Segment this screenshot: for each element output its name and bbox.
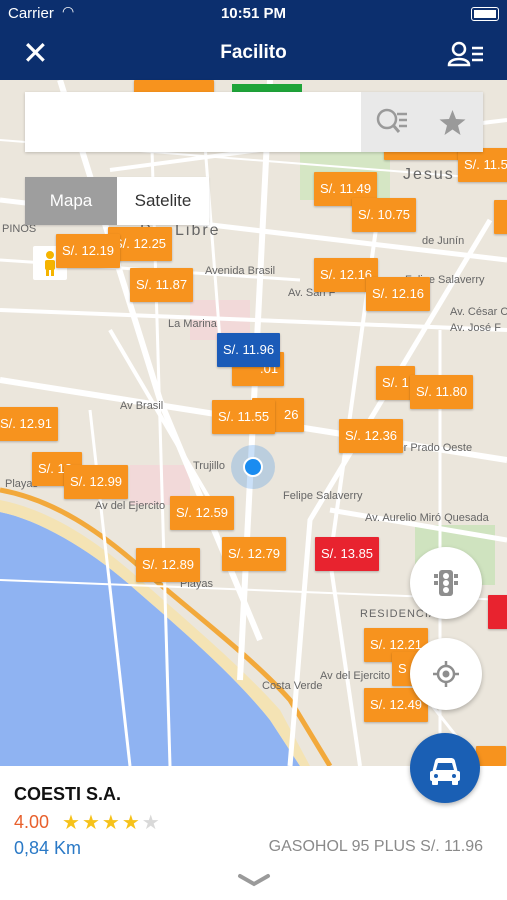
page-title: Facilito — [220, 42, 287, 63]
my-location-button[interactable] — [410, 638, 482, 710]
clock: 10:51 PM — [220, 5, 287, 22]
map-label: Jesus — [403, 166, 455, 183]
map-label: Trujillo — [193, 460, 225, 472]
map-label: Av. César Ca — [450, 306, 507, 318]
status-bar: Carrier ◠ 10:51 PM — [0, 0, 507, 28]
map-label: de Junín — [422, 235, 465, 247]
nav-bar: ✕ Facilito — [0, 28, 507, 80]
star-icon: ★ — [101, 812, 122, 834]
chevron-down-icon[interactable] — [234, 870, 274, 890]
crosshair-icon — [433, 661, 459, 687]
map-label: Costa Verde — [262, 680, 323, 692]
route-car-button[interactable] — [410, 733, 480, 803]
station-distance: 0,84 Km — [14, 838, 82, 858]
price-marker[interactable]: S/. 12.99 — [64, 465, 129, 499]
price-marker[interactable]: S/. 12.16 — [366, 277, 431, 311]
car-icon — [430, 758, 460, 785]
price-marker[interactable]: S/. 12.91 — [0, 407, 59, 441]
price-marker-partial[interactable] — [232, 84, 302, 92]
map-label: La Marina — [168, 318, 217, 330]
filter-list-button[interactable] — [361, 92, 422, 152]
price-marker[interactable]: S/. 11.5 — [458, 148, 507, 182]
price-marker[interactable] — [476, 746, 506, 766]
map-label: Av Brasil — [120, 400, 164, 412]
star-icon: ★ — [121, 812, 142, 834]
traffic-toggle-button[interactable] — [410, 547, 482, 619]
selected-price-marker[interactable]: S/. 11.96 — [217, 333, 281, 367]
traffic-light-icon — [434, 570, 458, 596]
price-marker[interactable]: S/. 12.89 — [136, 548, 201, 582]
profile-menu-icon[interactable] — [447, 41, 485, 67]
map-label: Avenida Brasil — [205, 265, 276, 277]
price-marker-expensive[interactable]: S/. 13.85 — [315, 537, 380, 571]
map-label: Av del Ejercito — [95, 500, 166, 512]
price-marker[interactable]: S/. 11.80 — [410, 375, 474, 409]
map-label: Av. José F — [450, 322, 501, 334]
battery-icon — [471, 7, 499, 21]
fuel-price: GASOHOL 95 PLUS S/. 11.96 — [268, 838, 483, 855]
search-input[interactable] — [25, 92, 360, 152]
search-list-icon — [376, 108, 407, 133]
rating-stars: ★★★★★ — [62, 810, 162, 835]
map-label: Felipe Salaverry — [283, 490, 363, 502]
star-icon: ★ — [81, 812, 102, 834]
star-empty-icon: ★ — [141, 812, 162, 834]
price-marker[interactable]: S/. 1 — [376, 366, 415, 400]
map-label: Av del Ejercito — [320, 670, 391, 682]
price-marker[interactable]: S/. 12.36 — [339, 419, 404, 453]
favorites-button[interactable] — [422, 92, 483, 152]
current-location-dot — [231, 445, 275, 489]
star-icon — [439, 110, 466, 135]
map-type-map-option[interactable]: Mapa — [25, 177, 117, 225]
station-name: COESTI S.A. — [14, 784, 122, 804]
price-marker[interactable]: S/. 12.59 — [170, 496, 235, 530]
price-marker[interactable]: S/. 12.79 — [222, 537, 287, 571]
price-marker[interactable]: S/. 10.75 — [352, 198, 417, 232]
price-marker[interactable]: S/. 11.55 — [212, 400, 276, 434]
price-marker[interactable] — [494, 200, 507, 234]
map-type-satellite-option[interactable]: Satelite — [117, 177, 209, 225]
map-label: Av. Aurelio Miró Quesada — [365, 512, 489, 524]
star-icon: ★ — [62, 812, 82, 834]
map-type-toggle: Mapa Satelite — [25, 177, 209, 225]
price-marker[interactable]: S/. 11.87 — [130, 268, 194, 302]
station-rating: 4.00 — [14, 812, 50, 832]
search-bar — [25, 92, 483, 152]
price-marker-expensive[interactable] — [488, 595, 507, 629]
price-marker[interactable]: S/. 12.19 — [56, 234, 121, 268]
